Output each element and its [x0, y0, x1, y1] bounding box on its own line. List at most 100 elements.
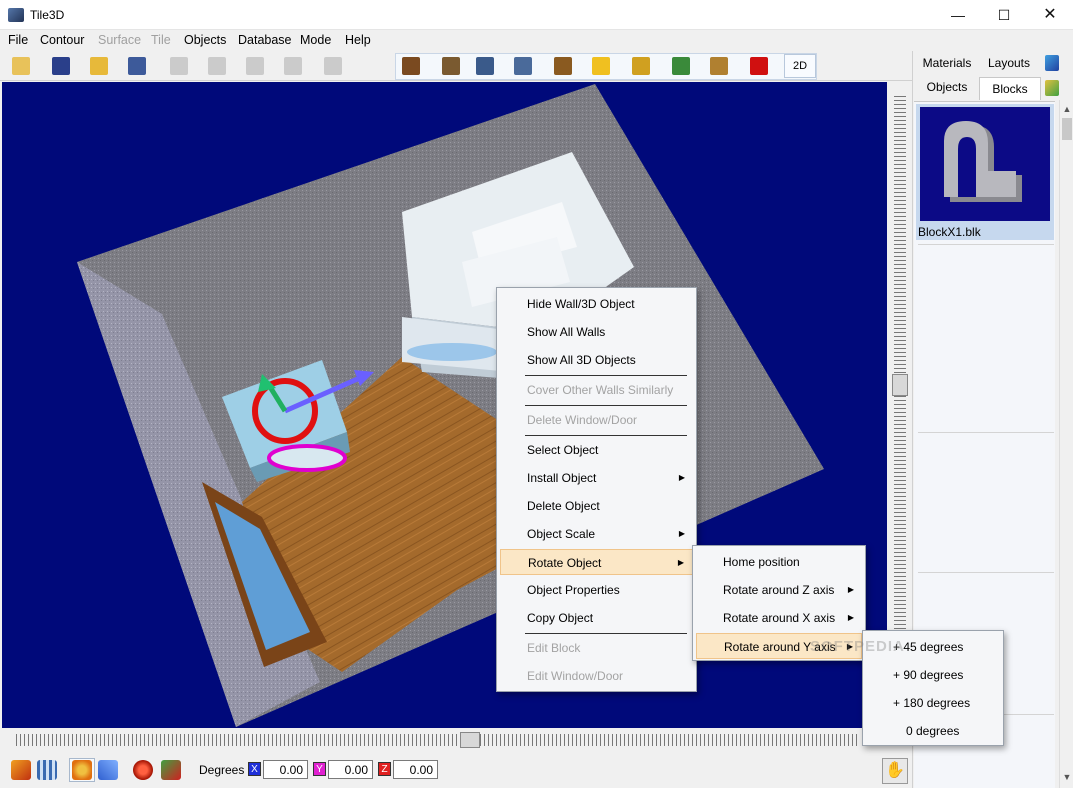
menu-surface[interactable]: Surface [98, 33, 141, 47]
menu-rotate-z[interactable]: Rotate around Z axis ▶ [696, 577, 862, 603]
menu-object-properties[interactable]: Object Properties [500, 577, 693, 603]
point-button[interactable] [130, 758, 156, 782]
menu-bar: File Contour Surface Tile Objects Databa… [0, 30, 1073, 51]
tab-objects[interactable]: Objects [917, 76, 977, 99]
scroll-up-icon[interactable]: ▲ [1061, 102, 1073, 116]
menu-delete-window-door[interactable]: Delete Window/Door [500, 407, 693, 433]
menu-home-position[interactable]: Home position [696, 549, 862, 575]
menu-select-object[interactable]: Select Object [500, 437, 693, 463]
menu-edit-window-door[interactable]: Edit Window/Door [500, 663, 693, 689]
open-folder-button[interactable] [86, 54, 112, 78]
menu-contour[interactable]: Contour [40, 33, 84, 47]
image-button[interactable] [204, 54, 230, 78]
move-arrow-icon [98, 760, 118, 780]
cabinet-icon [476, 57, 494, 75]
menu-plus-90-degrees[interactable]: + 90 degrees [866, 662, 1000, 688]
bottom-toolbar: Degrees X Y Z ✋ [0, 752, 912, 788]
grid-view-button[interactable] [34, 758, 60, 782]
pen-light-icon [632, 57, 650, 75]
menu-database[interactable]: Database [238, 33, 292, 47]
layer-3d-icon[interactable] [1045, 55, 1059, 71]
paint-icon [246, 57, 264, 75]
scroll-down-icon[interactable]: ▼ [1061, 770, 1073, 784]
checklist-button[interactable] [668, 54, 694, 78]
menu-file[interactable]: File [8, 33, 28, 47]
watermark: SOFTPEDIA [810, 638, 905, 655]
box-button[interactable] [438, 54, 464, 78]
y-rotation-ring[interactable] [267, 444, 347, 472]
close-button[interactable]: ✕ [1027, 0, 1073, 30]
menu-help[interactable]: Help [345, 33, 371, 47]
menu-separator [525, 633, 687, 634]
menu-rotate-x[interactable]: Rotate around X axis ▶ [696, 605, 862, 631]
move-mode-button[interactable] [95, 758, 121, 782]
y-degrees-input[interactable] [328, 760, 373, 779]
new-document-button[interactable] [8, 54, 34, 78]
new-document-icon [12, 57, 30, 75]
menu-mode[interactable]: Mode [300, 33, 331, 47]
menu-delete-object[interactable]: Delete Object [500, 493, 693, 519]
scroll-thumb[interactable] [1062, 118, 1072, 140]
menu-edit-block[interactable]: Edit Block [500, 635, 693, 661]
menu-install-object[interactable]: Install Object ▶ [500, 465, 693, 491]
menu-tile[interactable]: Tile [151, 33, 171, 47]
import-arrow-button[interactable] [398, 54, 424, 78]
menu-show-all-walls[interactable]: Show All Walls [500, 319, 693, 345]
pan-hand-button[interactable]: ✋ [882, 758, 908, 784]
z-degrees-input[interactable] [393, 760, 438, 779]
cube-view-button[interactable] [8, 758, 34, 782]
block-list-item[interactable]: BlockX1.blk [916, 104, 1054, 240]
cabinet-button[interactable] [472, 54, 498, 78]
cross-box-button[interactable] [280, 54, 306, 78]
submenu-arrow-icon: ▶ [847, 613, 854, 622]
hand-icon: ✋ [885, 762, 905, 779]
menu-object-scale-label: Object Scale [527, 527, 596, 541]
export-arrow-icon[interactable] [1045, 80, 1059, 96]
vertical-slider-thumb[interactable] [892, 374, 908, 396]
y-axis-badge: Y [313, 762, 326, 776]
object-context-menu: Hide Wall/3D Object Show All Walls Show … [496, 287, 697, 692]
paint-button[interactable] [242, 54, 268, 78]
menu-zero-degrees[interactable]: 0 degrees [866, 718, 1000, 744]
submenu-arrow-icon: ▶ [678, 529, 685, 538]
menu-hide-wall[interactable]: Hide Wall/3D Object [500, 291, 693, 317]
image-icon [208, 57, 226, 75]
pen-light-button[interactable] [628, 54, 654, 78]
menu-separator [525, 435, 687, 436]
main-toolbar: 2D [0, 51, 912, 81]
minimize-button[interactable]: — [935, 0, 981, 30]
menu-show-all-3d-objects[interactable]: Show All 3D Objects [500, 347, 693, 373]
submenu-arrow-icon: ▶ [677, 558, 684, 567]
save-disk-button[interactable] [124, 54, 150, 78]
horizontal-slider-thumb[interactable] [460, 732, 480, 748]
menu-objects[interactable]: Objects [184, 33, 226, 47]
submenu-arrow-icon: ▶ [678, 473, 685, 482]
tools-button[interactable] [706, 54, 732, 78]
z-axis-badge: Z [378, 762, 391, 776]
tab-materials[interactable]: Materials [917, 52, 977, 75]
tab-blocks[interactable]: Blocks [979, 77, 1041, 100]
menu-cover-other-walls[interactable]: Cover Other Walls Similarly [500, 377, 693, 403]
grid-button[interactable] [166, 54, 192, 78]
delete-x-button[interactable] [746, 54, 772, 78]
mode-2d-button[interactable]: 2D [784, 54, 816, 78]
menu-plus-180-degrees[interactable]: + 180 degrees [866, 690, 1000, 716]
tab-layouts[interactable]: Layouts [979, 52, 1039, 75]
maximize-button[interactable]: ☐ [981, 0, 1027, 30]
info-button[interactable] [48, 54, 74, 78]
reset-button[interactable] [158, 758, 184, 782]
rotate-mode-button[interactable] [69, 758, 95, 782]
horizontal-view-slider[interactable] [0, 728, 912, 752]
door-button[interactable] [550, 54, 576, 78]
delete-x-icon [750, 57, 768, 75]
grid-icon [170, 57, 188, 75]
menu-object-scale[interactable]: Object Scale ▶ [500, 521, 693, 547]
list-separator [918, 572, 1054, 573]
clipboard-button[interactable] [510, 54, 536, 78]
right-panel-scrollbar[interactable]: ▲ ▼ [1059, 100, 1073, 788]
x-degrees-input[interactable] [263, 760, 308, 779]
menu-rotate-object[interactable]: Rotate Object ▶ [500, 549, 693, 575]
light-bulb-button[interactable] [588, 54, 614, 78]
menu-copy-object[interactable]: Copy Object [500, 605, 693, 631]
tag-button[interactable] [320, 54, 346, 78]
